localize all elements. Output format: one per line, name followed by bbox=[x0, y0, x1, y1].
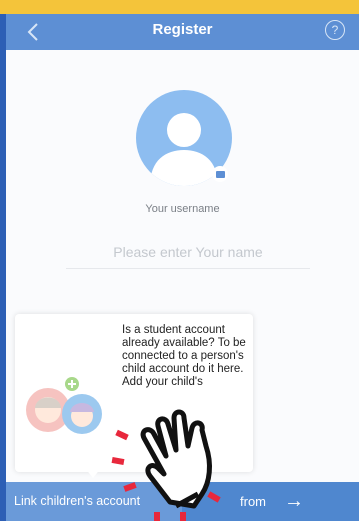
link-children-account-button[interactable]: Link children's account bbox=[6, 482, 182, 521]
from-button[interactable]: from → bbox=[182, 482, 359, 521]
children-avatars-icon bbox=[26, 377, 102, 434]
popup-message: Is a student account already available? … bbox=[122, 324, 246, 388]
page-title: Register bbox=[152, 21, 213, 38]
username-label: Your username bbox=[145, 203, 220, 215]
app-screen: Register ? Your username Is a student ac… bbox=[6, 14, 359, 521]
navigation-bar: Register ? bbox=[6, 14, 359, 50]
top-strip bbox=[0, 0, 359, 14]
name-input[interactable] bbox=[66, 236, 310, 269]
arrow-right-icon: → bbox=[284, 490, 304, 512]
question-circle-icon[interactable]: ? bbox=[325, 20, 345, 40]
from-label: from bbox=[240, 494, 266, 509]
popup-pointer bbox=[85, 468, 101, 478]
bottom-bar: Link children's account from → bbox=[6, 482, 359, 521]
camera-icon[interactable] bbox=[212, 166, 228, 182]
